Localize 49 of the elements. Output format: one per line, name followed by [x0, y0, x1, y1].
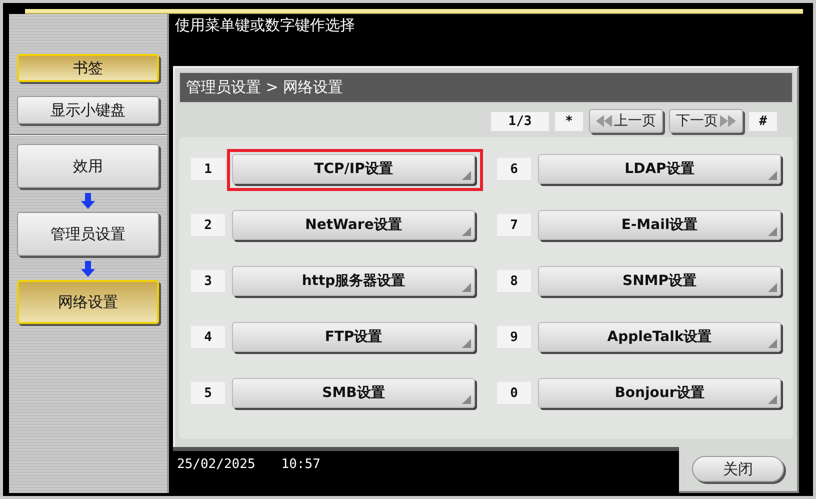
number-key-label: 7	[497, 214, 531, 236]
close-button[interactable]: 关闭	[692, 456, 784, 482]
sidebar-step-button[interactable]: 网络设置	[17, 280, 159, 324]
menu-button[interactable]: FTP设置	[232, 322, 475, 352]
prev-key-label: *	[555, 112, 583, 130]
sidebar-button[interactable]: 书签	[17, 54, 159, 82]
date-text: 25/02/2025	[177, 457, 256, 474]
corner-triangle-icon	[768, 339, 777, 348]
prev-page-button[interactable]: 上一页	[589, 109, 663, 133]
number-key-label: 2	[191, 214, 225, 236]
menu-button[interactable]: TCP/IP设置	[232, 154, 475, 184]
menu-button[interactable]: AppleTalk设置	[538, 322, 781, 352]
next-key-label: #	[749, 112, 777, 130]
double-left-arrow-icon	[596, 115, 612, 127]
number-key-label: 9	[497, 326, 531, 348]
next-page-button[interactable]: 下一页	[669, 109, 743, 133]
number-key-label: 1	[191, 158, 225, 180]
corner-triangle-icon	[768, 171, 777, 180]
menu-button[interactable]: Bonjour设置	[538, 378, 781, 408]
double-right-arrow-icon	[720, 115, 736, 127]
menu-button[interactable]: E-Mail设置	[538, 210, 781, 240]
menu-button[interactable]: NetWare设置	[232, 210, 475, 240]
instruction-text: 使用菜单键或数字键作选择	[174, 15, 356, 36]
down-arrow-icon	[81, 193, 95, 209]
number-key-label: 5	[191, 382, 225, 404]
menu-button[interactable]: SMB设置	[232, 378, 475, 408]
page-indicator: 1/3	[491, 112, 549, 130]
sidebar-step-button[interactable]: 效用	[17, 144, 159, 188]
corner-triangle-icon	[462, 171, 471, 180]
corner-triangle-icon	[768, 227, 777, 236]
menu-button[interactable]: SNMP设置	[538, 266, 781, 296]
corner-triangle-icon	[462, 395, 471, 404]
breadcrumb-title: 管理员设置 > 网络设置	[179, 72, 793, 103]
number-key-label: 3	[191, 270, 225, 292]
menu-button[interactable]: http服务器设置	[232, 266, 475, 296]
down-arrow-icon	[81, 261, 95, 277]
menu-button[interactable]: LDAP设置	[538, 154, 781, 184]
corner-triangle-icon	[462, 283, 471, 292]
number-key-label: 8	[497, 270, 531, 292]
time-text: 10:57	[281, 457, 320, 474]
sidebar-button[interactable]: 显示小键盘	[17, 96, 159, 124]
corner-triangle-icon	[462, 339, 471, 348]
corner-triangle-icon	[768, 283, 777, 292]
corner-triangle-icon	[768, 395, 777, 404]
corner-triangle-icon	[462, 227, 471, 236]
sidebar-step-button[interactable]: 管理员设置	[17, 212, 159, 256]
number-key-label: 0	[497, 382, 531, 404]
number-key-label: 4	[191, 326, 225, 348]
number-key-label: 6	[497, 158, 531, 180]
